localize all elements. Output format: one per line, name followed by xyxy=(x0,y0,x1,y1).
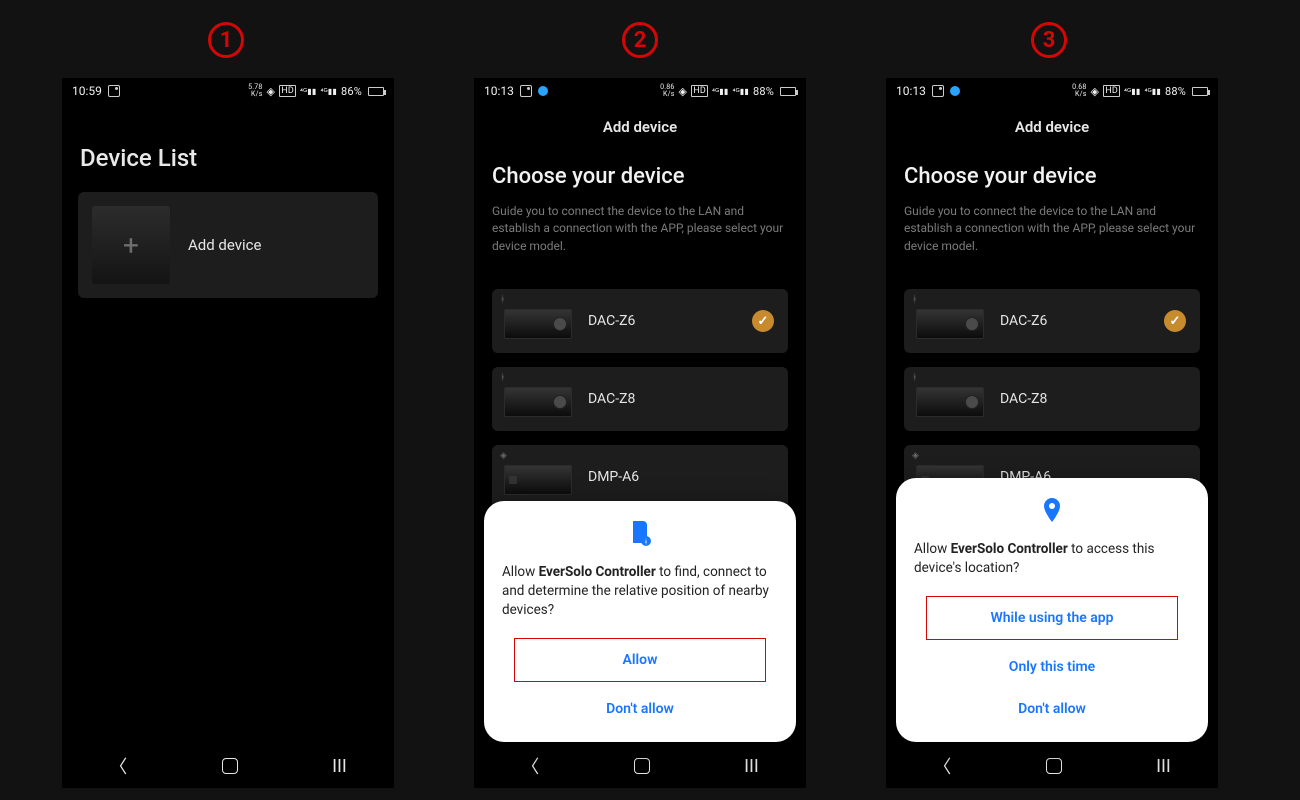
device-list: ᚼ DAC-Z6 ✓ ᚼ DAC-Z8 ◈ DMP-A6 xyxy=(474,261,806,509)
device-card-dac-z8[interactable]: ᚼ DAC-Z8 xyxy=(492,367,788,431)
status-bar: 10:13 0.86K/s ◈ HD ⁴ᴳ▮▮ ⁴ᴳ▮▮ 88% xyxy=(474,78,806,104)
battery-icon xyxy=(780,87,796,96)
dialog-message: Allow EverSolo Controller to access this… xyxy=(914,540,1190,578)
hd-icon: HD xyxy=(1103,85,1120,97)
choose-heading: Choose your device xyxy=(492,164,788,189)
picture-icon xyxy=(932,85,944,97)
nav-recent[interactable]: III xyxy=(744,756,759,777)
status-bar: 10:59 5.78K/s ◈ HD ⁴ᴳ▮▮ ⁴ᴳ▮▮ 86% xyxy=(62,78,394,104)
step-badge-1: 1 xyxy=(208,22,244,58)
dont-allow-button[interactable]: Don't allow xyxy=(914,688,1190,730)
screen-device-list: 10:59 5.78K/s ◈ HD ⁴ᴳ▮▮ ⁴ᴳ▮▮ 86% Device … xyxy=(62,78,394,788)
device-list: ᚼ DAC-Z6 ✓ ᚼ DAC-Z8 ◈ DMP-A6 xyxy=(886,261,1218,509)
bluetooth-icon: ᚼ xyxy=(912,295,917,305)
device-card-dmp-a6[interactable]: ◈ DMP-A6 xyxy=(492,445,788,509)
device-card-dac-z6[interactable]: ᚼ DAC-Z6 ✓ xyxy=(904,289,1200,353)
battery-pct: 88% xyxy=(753,85,774,98)
step-badge-3: 3 xyxy=(1031,22,1067,58)
device-thumb xyxy=(504,309,572,339)
picture-icon xyxy=(520,85,532,97)
picture-icon xyxy=(108,85,120,97)
signal-icon-2: ⁴ᴳ▮▮ xyxy=(320,87,337,96)
system-nav: 〈 III xyxy=(886,744,1218,788)
nav-home[interactable] xyxy=(634,758,650,774)
net-speed: 5.78K/s xyxy=(248,84,262,98)
selected-check-icon: ✓ xyxy=(1164,310,1186,332)
device-name: DAC-Z8 xyxy=(1000,391,1047,407)
svg-text:ᚼ: ᚼ xyxy=(644,538,648,546)
nav-home[interactable] xyxy=(1046,758,1062,774)
device-card-dac-z6[interactable]: ᚼ DAC-Z6 ✓ xyxy=(492,289,788,353)
nav-back[interactable]: 〈 xyxy=(933,753,951,779)
nav-recent[interactable]: III xyxy=(1156,756,1171,777)
device-thumb xyxy=(504,387,572,417)
battery-pct: 88% xyxy=(1165,85,1186,98)
device-name: DAC-Z6 xyxy=(1000,313,1047,329)
bluetooth-icon: ᚼ xyxy=(500,373,505,383)
battery-icon xyxy=(1192,87,1208,96)
device-name: DAC-Z8 xyxy=(588,391,635,407)
add-device-card[interactable]: + Add device xyxy=(78,192,378,298)
signal-icon-2: ⁴ᴳ▮▮ xyxy=(732,87,749,96)
battery-pct: 86% xyxy=(341,85,362,98)
add-device-label: Add device xyxy=(188,236,261,254)
nav-recent[interactable]: III xyxy=(332,756,347,777)
clock: 10:59 xyxy=(72,84,102,98)
device-card-dac-z8[interactable]: ᚼ DAC-Z8 xyxy=(904,367,1200,431)
battery-icon xyxy=(368,87,384,96)
plus-icon: + xyxy=(92,206,170,284)
wifi-icon: ◈ xyxy=(267,85,276,98)
signal-icon: ⁴ᴳ▮▮ xyxy=(300,87,317,96)
clock: 10:13 xyxy=(484,84,514,98)
screen-choose-device-location-dialog: 10:13 0.68K/s ◈ HD ⁴ᴳ▮▮ ⁴ᴳ▮▮ 88% Add dev… xyxy=(886,78,1218,788)
signal-icon: ⁴ᴳ▮▮ xyxy=(1124,87,1141,96)
nav-home[interactable] xyxy=(222,758,238,774)
location-permission-icon xyxy=(914,498,1190,530)
system-nav: 〈 III xyxy=(62,744,394,788)
signal-icon-2: ⁴ᴳ▮▮ xyxy=(1144,87,1161,96)
wifi-icon: ◈ xyxy=(679,85,688,98)
net-speed: 0.86K/s xyxy=(660,84,674,98)
hd-icon: HD xyxy=(279,85,296,97)
allow-button[interactable]: Allow xyxy=(514,638,766,682)
app-header-title: Add device xyxy=(886,104,1218,146)
bluetooth-icon: ᚼ xyxy=(500,295,505,305)
app-notification-icon xyxy=(950,86,960,96)
dialog-message: Allow EverSolo Controller to find, conne… xyxy=(502,563,778,620)
choose-heading: Choose your device xyxy=(904,164,1200,189)
device-thumb xyxy=(916,387,984,417)
nearby-devices-permission-dialog: ᚼ Allow EverSolo Controller to find, con… xyxy=(484,501,796,742)
choose-subtext: Guide you to connect the device to the L… xyxy=(492,203,788,255)
hd-icon: HD xyxy=(691,85,708,97)
signal-icon: ⁴ᴳ▮▮ xyxy=(712,87,729,96)
bluetooth-icon: ᚼ xyxy=(912,373,917,383)
nav-back[interactable]: 〈 xyxy=(521,753,539,779)
dont-allow-button[interactable]: Don't allow xyxy=(502,688,778,730)
screen-choose-device-bt-dialog: 10:13 0.86K/s ◈ HD ⁴ᴳ▮▮ ⁴ᴳ▮▮ 88% Add dev… xyxy=(474,78,806,788)
selected-check-icon: ✓ xyxy=(752,310,774,332)
while-using-app-button[interactable]: While using the app xyxy=(926,596,1178,640)
status-bar: 10:13 0.68K/s ◈ HD ⁴ᴳ▮▮ ⁴ᴳ▮▮ 88% xyxy=(886,78,1218,104)
wifi-icon: ◈ xyxy=(912,451,919,461)
wifi-icon: ◈ xyxy=(500,451,507,461)
system-nav: 〈 III xyxy=(474,744,806,788)
page-title: Device List xyxy=(62,104,394,192)
net-speed: 0.68K/s xyxy=(1072,84,1086,98)
device-name: DMP-A6 xyxy=(588,469,639,485)
location-permission-dialog: Allow EverSolo Controller to access this… xyxy=(896,478,1208,742)
device-thumb xyxy=(916,309,984,339)
device-name: DAC-Z6 xyxy=(588,313,635,329)
only-this-time-button[interactable]: Only this time xyxy=(914,646,1190,688)
bluetooth-permission-icon: ᚼ xyxy=(502,521,778,553)
choose-subtext: Guide you to connect the device to the L… xyxy=(904,203,1200,255)
app-notification-icon xyxy=(538,86,548,96)
device-thumb xyxy=(504,465,572,495)
app-header-title: Add device xyxy=(474,104,806,146)
step-badge-2: 2 xyxy=(622,22,658,58)
wifi-icon: ◈ xyxy=(1091,85,1100,98)
nav-back[interactable]: 〈 xyxy=(109,753,127,779)
clock: 10:13 xyxy=(896,84,926,98)
